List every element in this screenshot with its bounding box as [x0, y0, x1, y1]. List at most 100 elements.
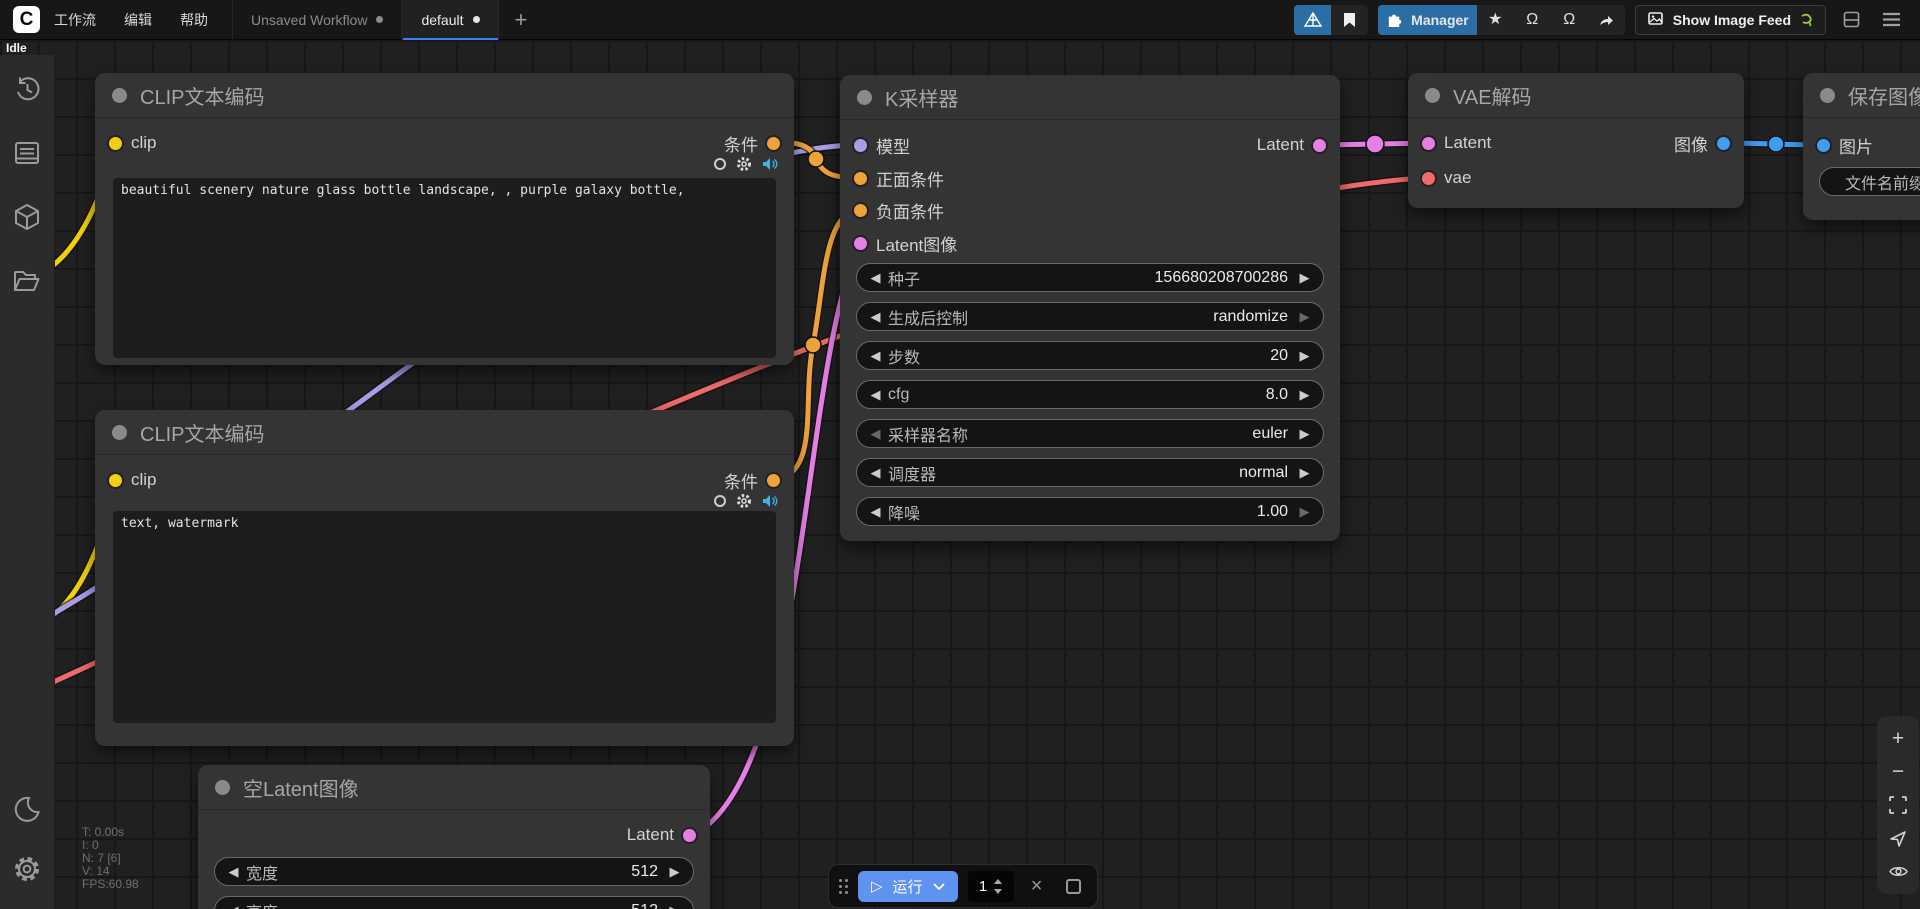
settings-button[interactable]	[0, 843, 55, 895]
decrement-icon[interactable]: ◀	[868, 387, 883, 403]
slot-dot-icon[interactable]	[1313, 139, 1326, 152]
input-slot-positive[interactable]: 正面条件	[854, 163, 944, 193]
batch-count-input[interactable]: 1	[968, 871, 1014, 902]
zoom-in-button[interactable]: +	[1883, 726, 1913, 752]
new-workflow-button[interactable]: +	[499, 0, 544, 40]
widget-height[interactable]: ◀ 高度 512 ▶	[214, 896, 694, 909]
node-ksampler[interactable]: K采样器 模型 正面条件 负面条件 Latent图像 Latent ◀ 种子 1…	[840, 75, 1340, 541]
decrement-icon[interactable]: ◀	[868, 426, 883, 442]
slot-dot-icon[interactable]	[1717, 137, 1730, 150]
output-slot-conditioning[interactable]: 条件	[724, 465, 780, 495]
slot-dot-icon[interactable]	[109, 474, 122, 487]
widget-width[interactable]: ◀ 宽度 512 ▶	[214, 857, 694, 886]
reroute-dot[interactable]	[1366, 135, 1384, 153]
widget-steps[interactable]: ◀ 步数 20 ▶	[856, 341, 1324, 370]
prompt-textarea[interactable]: beautiful scenery nature glass bottle la…	[113, 178, 776, 358]
chevron-down-icon[interactable]	[933, 883, 945, 890]
node-header[interactable]: CLIP文本编码	[95, 73, 794, 118]
widget-value[interactable]: 1.00	[1257, 503, 1288, 521]
decrement-icon[interactable]: ◀	[868, 504, 883, 520]
widget-control-after-generate[interactable]: ◀ 生成后控制 randomize ▶	[856, 302, 1324, 331]
sidebar-item-queue[interactable]	[0, 127, 55, 179]
decrement-icon[interactable]: ◀	[226, 903, 241, 909]
increment-icon[interactable]: ▶	[1297, 426, 1312, 442]
node-save-image[interactable]: 保存图像 图片 文件名前缀	[1803, 73, 1920, 220]
stop-button[interactable]	[1066, 879, 1081, 894]
toggle-visibility-button[interactable]	[1883, 858, 1913, 884]
decrement-icon[interactable]: ◀	[226, 864, 241, 880]
widget-value[interactable]: 8.0	[1266, 386, 1288, 404]
count-spinner[interactable]	[994, 879, 1002, 894]
slot-dot-icon[interactable]	[1422, 172, 1435, 185]
spinner-up-icon[interactable]	[994, 879, 1002, 884]
slot-dot-icon[interactable]	[109, 137, 122, 150]
increment-icon[interactable]: ▶	[1297, 309, 1312, 325]
input-slot-latent[interactable]: Latent	[1422, 128, 1491, 158]
increment-icon[interactable]: ▶	[667, 864, 682, 880]
increment-icon[interactable]: ▶	[1297, 465, 1312, 481]
batch-count-value[interactable]: 1	[979, 878, 987, 895]
main-menu-button[interactable]	[1876, 5, 1906, 35]
widget-seed[interactable]: ◀ 种子 156680208700286 ▶	[856, 263, 1324, 292]
tab-unsaved-workflow[interactable]: Unsaved Workflow	[232, 0, 402, 40]
node-clip-text-encode-positive[interactable]: CLIP文本编码 clip 条件 beautiful scenery natur…	[95, 73, 794, 365]
widget-value[interactable]: 20	[1270, 347, 1288, 365]
increment-icon[interactable]: ▶	[1297, 348, 1312, 364]
slot-dot-icon[interactable]	[854, 237, 867, 250]
tab-default[interactable]: default	[402, 0, 498, 40]
node-header[interactable]: K采样器	[840, 75, 1340, 120]
share-button[interactable]	[1588, 5, 1625, 35]
slot-dot-icon[interactable]	[854, 172, 867, 185]
node-clip-text-encode-negative[interactable]: CLIP文本编码 clip 条件 text, watermark	[95, 410, 794, 746]
circle-toggle-icon[interactable]	[714, 158, 726, 170]
widget-cfg[interactable]: ◀ cfg 8.0 ▶	[856, 380, 1324, 409]
run-button[interactable]: ▷ 运行	[858, 871, 958, 902]
select-mode-button[interactable]	[1883, 825, 1913, 851]
panel-toggle-button[interactable]	[1836, 5, 1866, 35]
widget-value[interactable]: euler	[1252, 425, 1288, 443]
drag-handle-icon[interactable]	[839, 879, 848, 894]
zoom-out-button[interactable]: −	[1883, 759, 1913, 785]
slot-dot-icon[interactable]	[1817, 139, 1830, 152]
gear-icon[interactable]	[736, 493, 752, 509]
reroute-dot[interactable]	[805, 337, 821, 353]
update-button[interactable]: Ω	[1514, 5, 1551, 35]
theme-toggle-button[interactable]	[0, 783, 55, 835]
slot-dot-icon[interactable]	[767, 474, 780, 487]
favorites-button[interactable]: ★	[1477, 5, 1514, 35]
slot-dot-icon[interactable]	[854, 204, 867, 217]
widget-value[interactable]: normal	[1239, 464, 1288, 482]
gear-icon[interactable]	[736, 156, 752, 172]
input-slot-clip[interactable]: clip	[109, 128, 157, 158]
decrement-icon[interactable]: ◀	[868, 309, 883, 325]
sidebar-item-model-library[interactable]	[0, 191, 55, 243]
update-all-button[interactable]: Ω	[1551, 5, 1588, 35]
decrement-icon[interactable]: ◀	[868, 270, 883, 286]
fit-view-button[interactable]	[1883, 792, 1913, 818]
slot-dot-icon[interactable]	[854, 139, 867, 152]
spinner-down-icon[interactable]	[994, 889, 1002, 894]
menu-edit[interactable]: 编辑	[110, 0, 166, 40]
input-slot-negative[interactable]: 负面条件	[854, 195, 944, 225]
sidebar-item-history[interactable]	[0, 63, 55, 115]
show-image-feed-button[interactable]: Show Image Feed	[1635, 5, 1826, 35]
output-slot-latent[interactable]: Latent	[627, 820, 696, 850]
node-header[interactable]: VAE解码	[1408, 73, 1744, 118]
widget-denoise[interactable]: ◀ 降噪 1.00 ▶	[856, 497, 1324, 526]
output-slot-image[interactable]: 图像	[1674, 128, 1730, 158]
slot-dot-icon[interactable]	[1422, 137, 1435, 150]
bookmark-button[interactable]	[1331, 5, 1368, 35]
widget-value[interactable]: 512	[631, 902, 658, 909]
widget-value[interactable]: randomize	[1213, 308, 1288, 326]
menu-workflow[interactable]: 工作流	[40, 0, 110, 40]
input-slot-vae[interactable]: vae	[1422, 163, 1471, 193]
manager-button[interactable]: Manager	[1378, 5, 1477, 35]
input-slot-model[interactable]: 模型	[854, 130, 910, 160]
decrement-icon[interactable]: ◀	[868, 465, 883, 481]
reroute-dot[interactable]	[1768, 136, 1784, 152]
increment-icon[interactable]: ▶	[1297, 270, 1312, 286]
output-slot-latent[interactable]: Latent	[1257, 130, 1326, 160]
increment-icon[interactable]: ▶	[667, 903, 682, 909]
increment-icon[interactable]: ▶	[1297, 504, 1312, 520]
clear-queue-button[interactable]: ×	[1024, 875, 1050, 898]
